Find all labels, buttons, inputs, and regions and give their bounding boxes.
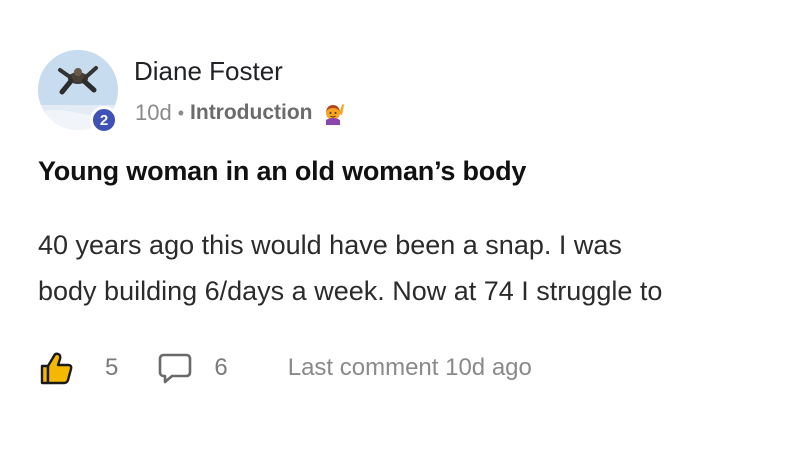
post-meta: 10d • Introduction — [135, 100, 345, 126]
author-avatar[interactable]: 2 — [38, 50, 120, 134]
like-count: 5 — [105, 354, 119, 381]
thumbs-up-icon — [40, 352, 73, 385]
meta-separator: • — [177, 102, 185, 123]
comment-count: 6 — [214, 354, 228, 381]
last-comment-time: Last comment 10d ago — [287, 354, 532, 381]
comment-bubble-icon — [159, 353, 192, 384]
like-button[interactable]: 5 — [38, 350, 118, 386]
comment-button[interactable]: 6 — [158, 352, 228, 384]
post-header: 2 Diane Foster 10d • Introduction — [38, 50, 778, 134]
author-name[interactable]: Diane Foster — [134, 56, 283, 87]
post-title[interactable]: Young woman in an old woman’s body — [38, 156, 526, 187]
post-footer: 5 6 Last comment 10d ago — [38, 348, 532, 388]
post-body[interactable]: 40 years ago this would have been a snap… — [38, 222, 788, 314]
post-age: 10d — [135, 100, 172, 125]
person-raising-hand-icon — [321, 101, 345, 125]
category-link[interactable]: Introduction — [190, 101, 312, 125]
level-badge: 2 — [90, 106, 118, 134]
